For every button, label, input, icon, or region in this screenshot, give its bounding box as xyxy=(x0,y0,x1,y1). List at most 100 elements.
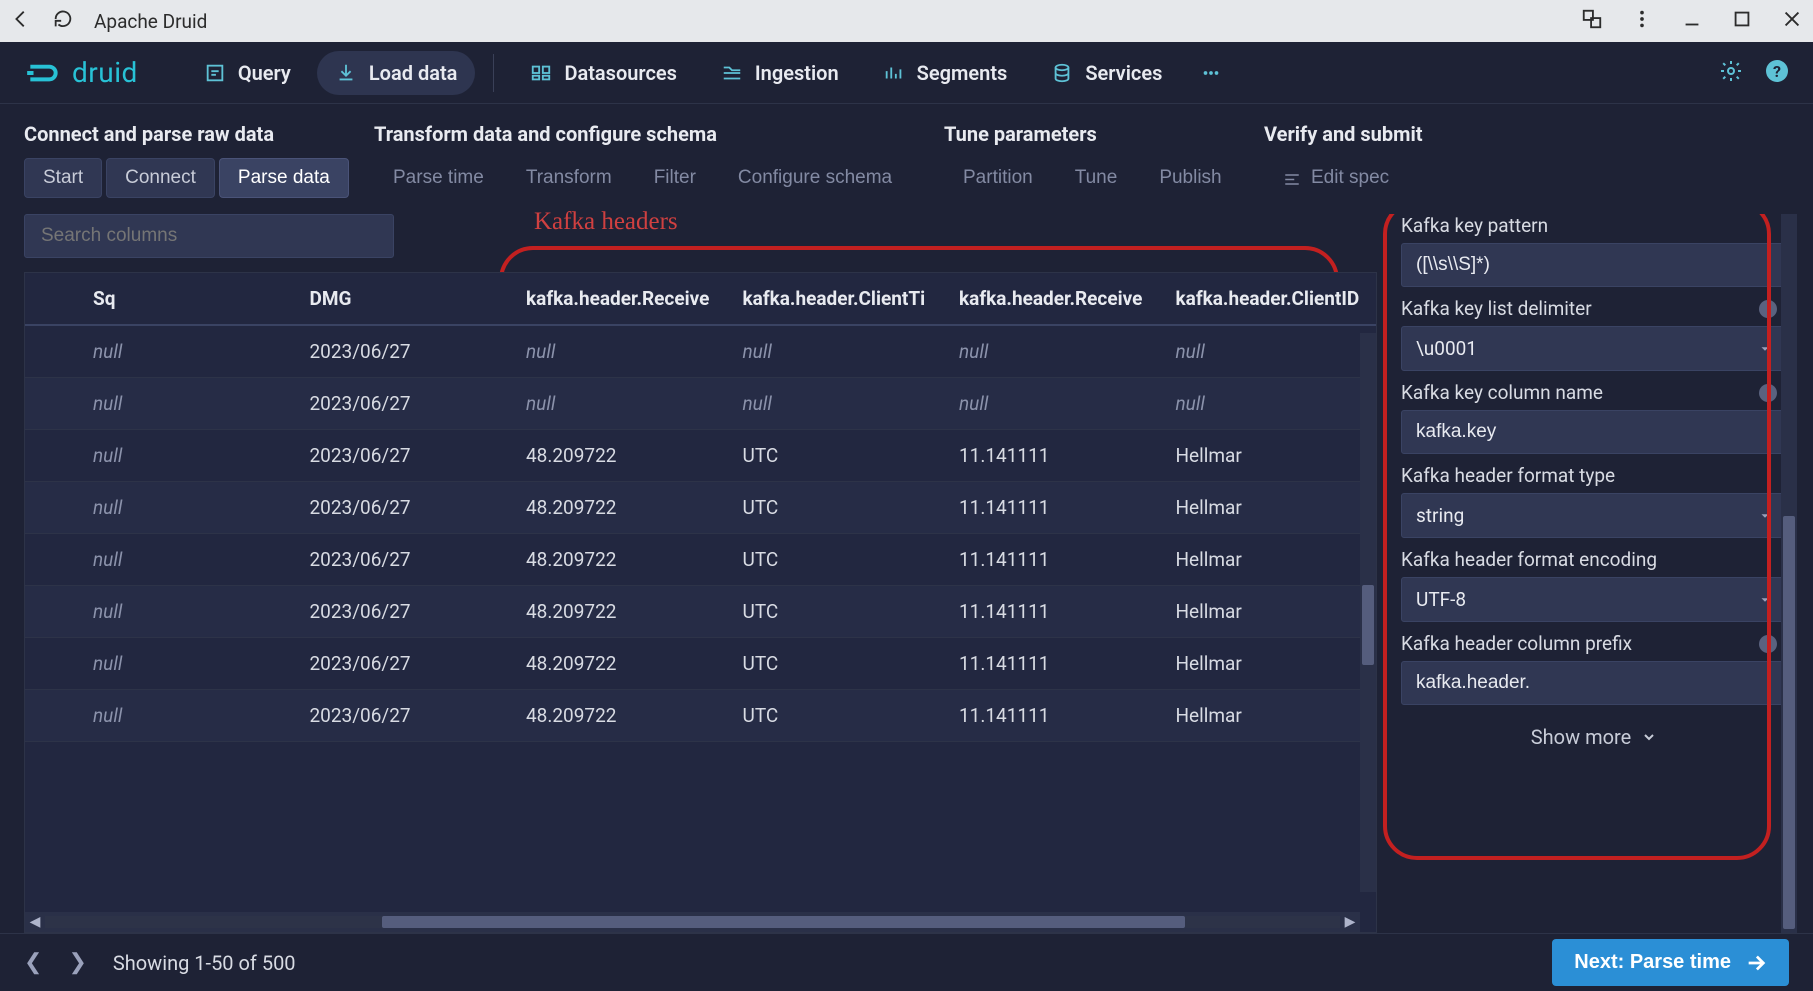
select-hdr-fmt-type-value: string xyxy=(1416,504,1464,527)
translate-icon[interactable] xyxy=(1581,8,1603,35)
step-config-schema[interactable]: Configure schema xyxy=(719,158,911,198)
table-cell: 48.209722 xyxy=(510,586,727,638)
select-key-delim[interactable]: \u0001 xyxy=(1401,326,1787,371)
section-tune-title: Tune parameters xyxy=(944,122,1264,146)
panel-scrollbar[interactable] xyxy=(1781,214,1797,933)
table-row[interactable]: null2023/06/2748.209722UTC11.141111Hellm… xyxy=(25,586,1376,638)
table-cell: 48.209722 xyxy=(510,482,727,534)
step-edit-spec[interactable]: Edit spec xyxy=(1264,158,1408,198)
back-icon[interactable] xyxy=(10,8,32,35)
nav-services-label: Services xyxy=(1085,61,1162,85)
table-cell: null xyxy=(77,690,294,742)
nav-query[interactable]: Query xyxy=(186,51,309,95)
browser-title: Apache Druid xyxy=(94,10,207,33)
col-kh-receive1[interactable]: kafka.header.Receive xyxy=(510,273,727,325)
step-partition[interactable]: Partition xyxy=(944,158,1052,198)
show-more-button[interactable]: Show more xyxy=(1401,715,1787,759)
vertical-scrollbar[interactable] xyxy=(1360,333,1376,892)
table-cell xyxy=(25,586,77,638)
nav-segments-label: Segments xyxy=(917,61,1008,85)
nav-ingestion[interactable]: Ingestion xyxy=(703,51,857,95)
pager-prev-icon[interactable]: ❮ xyxy=(24,950,42,975)
step-transform[interactable]: Transform xyxy=(507,158,631,198)
step-parse-time[interactable]: Parse time xyxy=(374,158,503,198)
col-kh-clienttime[interactable]: kafka.header.ClientTi xyxy=(727,273,944,325)
nav-load-data[interactable]: Load data xyxy=(317,51,476,95)
topnav: druid Query Load data Datasources Ingest… xyxy=(0,42,1813,104)
table-cell: UTC xyxy=(727,690,944,742)
nav-datasources[interactable]: Datasources xyxy=(512,51,694,95)
table-row[interactable]: null2023/06/27nullnullnullnull xyxy=(25,325,1376,378)
table-cell: Hellmar xyxy=(1160,482,1377,534)
search-input[interactable] xyxy=(24,214,394,258)
table-cell: 2023/06/27 xyxy=(294,430,511,482)
input-hdr-prefix[interactable] xyxy=(1401,661,1787,705)
nav-more[interactable] xyxy=(1188,52,1234,94)
table-row[interactable]: null2023/06/2748.209722UTC11.141111Hellm… xyxy=(25,430,1376,482)
col-sq[interactable]: Sq xyxy=(77,273,294,325)
druid-logo[interactable]: druid xyxy=(24,54,138,92)
table-cell xyxy=(25,690,77,742)
maximize-icon[interactable] xyxy=(1731,8,1753,35)
select-hdr-fmt-enc-value: UTF-8 xyxy=(1416,588,1466,611)
table-cell: Hellmar xyxy=(1160,638,1377,690)
table-row[interactable]: null2023/06/2748.209722UTC11.141111Hellm… xyxy=(25,690,1376,742)
annotation-headers-label: Kafka headers xyxy=(534,208,678,236)
step-tune[interactable]: Tune xyxy=(1056,158,1137,198)
table-cell: UTC xyxy=(727,638,944,690)
info-icon[interactable]: i xyxy=(1759,300,1777,318)
info-icon[interactable]: i xyxy=(1759,384,1777,402)
step-publish[interactable]: Publish xyxy=(1140,158,1240,198)
section-connect-title: Connect and parse raw data xyxy=(24,122,374,146)
step-connect[interactable]: Connect xyxy=(106,158,215,198)
label-key-pattern: Kafka key pattern xyxy=(1401,214,1548,237)
table-cell: 48.209722 xyxy=(510,690,727,742)
minimize-icon[interactable] xyxy=(1681,8,1703,35)
svg-text:?: ? xyxy=(1773,62,1781,81)
table-row[interactable]: null2023/06/27nullnullnullnull xyxy=(25,378,1376,430)
table-cell xyxy=(25,378,77,430)
logo-text: druid xyxy=(72,56,138,89)
table-cell: null xyxy=(77,586,294,638)
table-cell: null xyxy=(510,378,727,430)
table-cell: 2023/06/27 xyxy=(294,534,511,586)
col-dmg[interactable]: DMG xyxy=(294,273,511,325)
table-row[interactable]: null2023/06/2748.209722UTC11.141111Hellm… xyxy=(25,638,1376,690)
close-icon[interactable] xyxy=(1781,8,1803,35)
nav-segments[interactable]: Segments xyxy=(865,51,1026,95)
table-cell: 2023/06/27 xyxy=(294,586,511,638)
col-kh-receive2[interactable]: kafka.header.Receive xyxy=(943,273,1160,325)
scroll-right-icon[interactable]: ▶ xyxy=(1340,912,1360,932)
label-hdr-fmt-type: Kafka header format type xyxy=(1401,464,1615,487)
select-hdr-fmt-enc[interactable]: UTF-8 xyxy=(1401,577,1787,622)
help-icon[interactable]: ? xyxy=(1765,59,1789,87)
table-cell: null xyxy=(943,325,1160,378)
gear-icon[interactable] xyxy=(1719,59,1743,87)
info-icon[interactable]: i xyxy=(1759,635,1777,653)
table-cell: 2023/06/27 xyxy=(294,638,511,690)
refresh-icon[interactable] xyxy=(52,8,74,35)
table-cell xyxy=(25,482,77,534)
data-preview-panel: Kafka headers Sq DMG kafka.header.Receiv… xyxy=(24,214,1377,933)
show-more-label: Show more xyxy=(1531,725,1631,749)
input-key-colname[interactable] xyxy=(1401,410,1787,454)
step-start[interactable]: Start xyxy=(24,158,102,198)
scroll-left-icon[interactable]: ◀ xyxy=(25,912,45,932)
section-transform-title: Transform data and configure schema xyxy=(374,122,944,146)
col-kh-clientid[interactable]: kafka.header.ClientID xyxy=(1160,273,1377,325)
table-cell: null xyxy=(77,430,294,482)
step-parse-data[interactable]: Parse data xyxy=(219,158,349,198)
step-filter[interactable]: Filter xyxy=(635,158,715,198)
col-checkbox[interactable] xyxy=(25,273,77,325)
nav-datasources-label: Datasources xyxy=(564,61,676,85)
horizontal-scrollbar[interactable]: ◀ ▶ xyxy=(25,912,1360,932)
pager-next-icon[interactable]: ❯ xyxy=(68,950,86,975)
nav-services[interactable]: Services xyxy=(1033,51,1180,95)
table-row[interactable]: null2023/06/2748.209722UTC11.141111Hellm… xyxy=(25,482,1376,534)
select-hdr-fmt-type[interactable]: string xyxy=(1401,493,1787,538)
input-key-pattern[interactable] xyxy=(1401,243,1787,287)
table-row[interactable]: null2023/06/2748.209722UTC11.141111Hellm… xyxy=(25,534,1376,586)
kebab-icon[interactable] xyxy=(1631,8,1653,35)
table-cell: UTC xyxy=(727,534,944,586)
next-button[interactable]: Next: Parse time xyxy=(1552,939,1789,986)
